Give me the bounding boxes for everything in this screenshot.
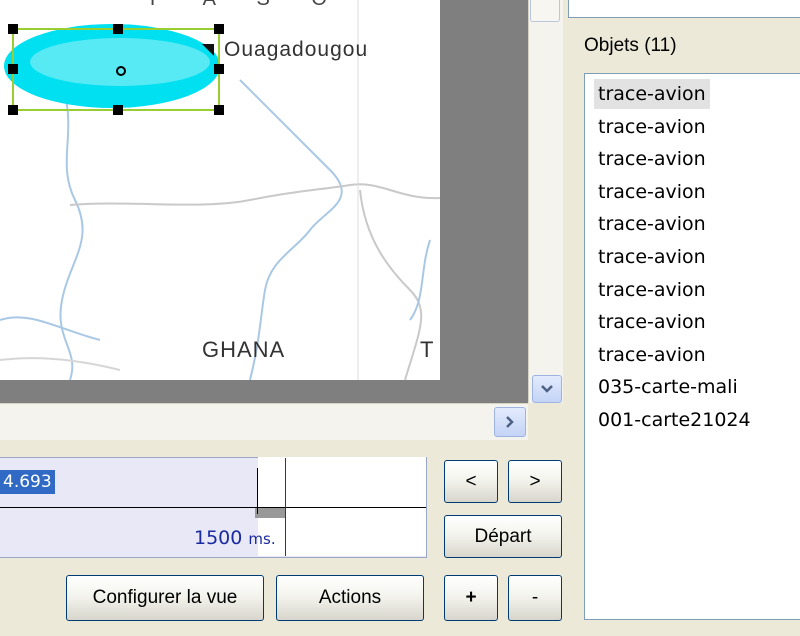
timeline-time-unit: ms. bbox=[248, 530, 276, 548]
map-canvas[interactable]: F A S O Ouagadougou GHANA T bbox=[0, 0, 440, 380]
previous-button[interactable]: < bbox=[444, 460, 498, 503]
timeline-tick bbox=[257, 468, 258, 514]
scroll-right-button[interactable] bbox=[494, 407, 526, 437]
timeline-time-value: 1500 bbox=[194, 527, 243, 549]
city-label-ouagadougou: Ouagadougou bbox=[224, 38, 369, 61]
country-label-togo: T bbox=[420, 337, 435, 362]
river bbox=[0, 316, 101, 341]
list-item[interactable]: trace-avion bbox=[594, 307, 710, 337]
selection-handle bbox=[8, 24, 18, 34]
zoom-out-button[interactable]: - bbox=[508, 575, 562, 621]
actions-button[interactable]: Actions bbox=[276, 575, 424, 621]
timeline-time-label: 1500 ms. bbox=[194, 527, 276, 549]
list-item[interactable]: trace-avion bbox=[594, 177, 710, 207]
list-item[interactable]: trace-avion bbox=[594, 79, 710, 109]
zoom-in-button[interactable]: + bbox=[444, 575, 498, 621]
border bbox=[359, 189, 423, 380]
selection-handle bbox=[214, 64, 224, 74]
vertical-scroll-thumb[interactable] bbox=[530, 0, 560, 22]
city-marker-icon bbox=[202, 44, 214, 56]
country-label-ghana: GHANA bbox=[202, 337, 286, 362]
list-item[interactable]: trace-avion bbox=[594, 242, 710, 272]
scroll-down-button[interactable] bbox=[532, 375, 562, 403]
depart-button[interactable]: Départ bbox=[444, 515, 562, 558]
timeline-marker-block bbox=[255, 508, 285, 518]
flight-trace-ellipse-glow bbox=[30, 38, 210, 86]
timeline-axis bbox=[0, 507, 426, 508]
timeline-current-value[interactable]: 4.693 bbox=[0, 470, 55, 494]
border bbox=[69, 183, 440, 206]
river bbox=[239, 79, 343, 380]
river bbox=[59, 79, 84, 380]
configure-view-button[interactable]: Configurer la vue bbox=[66, 575, 264, 621]
next-button[interactable]: > bbox=[508, 460, 562, 503]
chevron-down-icon bbox=[541, 384, 553, 393]
border bbox=[0, 357, 121, 371]
list-item[interactable]: 001-carte21024 bbox=[594, 405, 755, 435]
list-item[interactable]: trace-avion bbox=[594, 112, 710, 142]
list-item[interactable]: trace-avion bbox=[594, 275, 710, 305]
vertical-scrollbar[interactable] bbox=[528, 0, 563, 403]
map-borders bbox=[0, 0, 440, 380]
list-item[interactable]: trace-avion bbox=[594, 209, 710, 239]
list-item[interactable]: trace-avion bbox=[594, 340, 710, 370]
selection-handle bbox=[8, 105, 18, 115]
chevron-right-icon bbox=[506, 415, 514, 428]
country-label-burkina: F A S O bbox=[150, 0, 345, 11]
selection-handle bbox=[113, 24, 123, 34]
horizontal-scrollbar[interactable] bbox=[0, 403, 528, 440]
selection-handle bbox=[214, 105, 224, 115]
map-viewport[interactable]: F A S O Ouagadougou GHANA T bbox=[0, 0, 528, 403]
selection-handle bbox=[8, 64, 18, 74]
list-item[interactable]: 035-carte-mali bbox=[594, 372, 742, 402]
properties-box[interactable] bbox=[568, 0, 800, 18]
list-item[interactable]: trace-avion bbox=[594, 144, 710, 174]
objects-heading: Objets (11) bbox=[584, 35, 677, 56]
timeline-cursor[interactable] bbox=[285, 458, 286, 556]
selection-handle bbox=[214, 24, 224, 34]
selection-handle bbox=[113, 105, 123, 115]
